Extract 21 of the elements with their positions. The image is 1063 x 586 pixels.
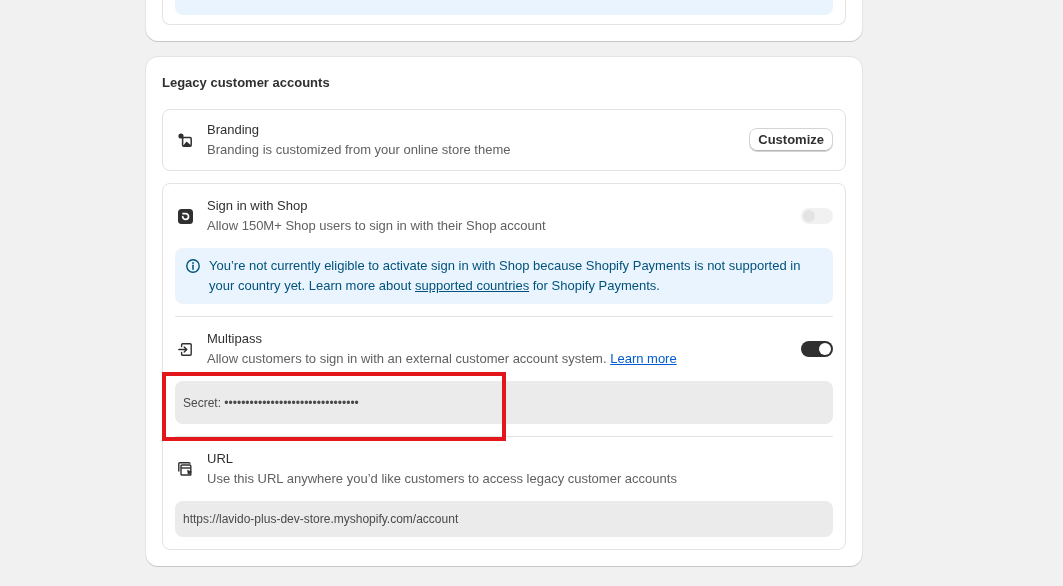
setting-description: Use this URL anywhere you’d like customers to access legacy customer accounts (207, 470, 678, 488)
setting-title: Sign in with Shop (207, 197, 309, 215)
customize-button[interactable]: Customize (749, 128, 833, 152)
learn-more-link[interactable]: Learn more (610, 351, 677, 366)
supported-countries-link[interactable]: supported countries (414, 278, 530, 293)
setting-title: URL (207, 450, 234, 468)
section-title: Legacy customer accounts (162, 74, 331, 92)
setting-description: Branding is customized from your online store theme (207, 141, 512, 159)
sign-in-icon (178, 342, 192, 356)
setting-description: Allow 150M+ Shop users to sign in with their Shop account (207, 217, 547, 235)
windows-icon (177, 462, 193, 476)
setting-title: Branding (207, 121, 261, 139)
secret-field[interactable]: Secret: •••••••••••••••••••••••••••••••• (175, 381, 833, 424)
notice-text: You’re not currently eligible to activate sign in with Shop because Shopify Payments is not supported in your country yet. Learn more about supported countries for Shopify Payments. (209, 257, 802, 295)
logo-icon (177, 208, 193, 224)
url-field[interactable]: https://lavido-plus-dev-store.myshopify.com/account (175, 501, 833, 537)
setting-description: Allow customers to sign in with an external customer account system. Learn more (207, 350, 678, 368)
image-icon (178, 133, 192, 147)
info-icon (186, 259, 200, 273)
toggle-switch[interactable] (801, 341, 833, 357)
setting-title: Multipass (207, 330, 263, 348)
